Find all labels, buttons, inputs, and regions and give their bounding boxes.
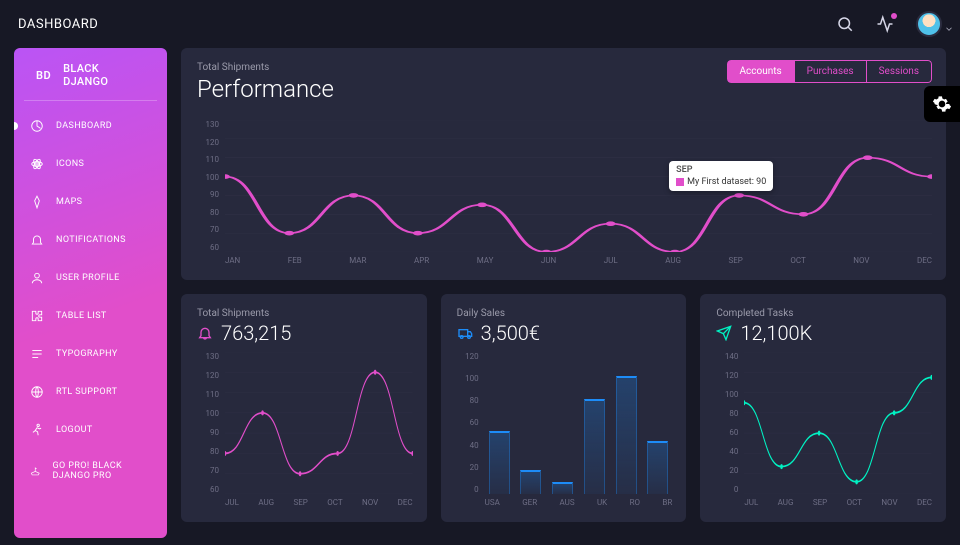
chevron-down-icon xyxy=(944,19,954,38)
tasks-value: 12,100K xyxy=(740,321,812,345)
bar xyxy=(616,376,637,494)
performance-tabs: Accounts Purchases Sessions xyxy=(727,60,933,83)
sidebar-item-user-profile[interactable]: USER PROFILE xyxy=(14,259,167,297)
bar xyxy=(489,431,510,494)
brand-short: BD xyxy=(36,69,51,82)
align-icon xyxy=(30,347,44,361)
bar xyxy=(647,441,668,494)
settings-button[interactable] xyxy=(924,86,960,122)
performance-card: Total Shipments Performance Accounts Pur… xyxy=(181,48,946,280)
sales-card: Daily Sales 3,500€ 120100806040200 USAGE… xyxy=(441,294,687,522)
sales-chart: 120100806040200 USAGERAUSUKROBR xyxy=(455,352,673,512)
shipments-card: Total Shipments 763,215 1301201101009080… xyxy=(181,294,427,522)
bell-icon xyxy=(30,233,44,247)
chart-tooltip: SEP My First dataset: 90 xyxy=(669,161,773,191)
sidebar-item-label: RTL SUPPORT xyxy=(56,387,117,397)
tab-sessions[interactable]: Sessions xyxy=(867,60,932,83)
sidebar-item-label: NOTIFICATIONS xyxy=(56,235,126,245)
sidebar-item-icons[interactable]: ICONS xyxy=(14,145,167,183)
tab-accounts[interactable]: Accounts xyxy=(727,60,795,83)
sidebar-item-label: LOGOUT xyxy=(56,425,93,435)
run-icon xyxy=(30,423,44,437)
shipments-subtitle: Total Shipments xyxy=(197,308,411,319)
ship-icon xyxy=(30,464,41,478)
sidebar-item-label: DASHBOARD xyxy=(56,121,112,131)
tasks-card: Completed Tasks 12,100K 1401201008060402… xyxy=(700,294,946,522)
user-icon xyxy=(30,271,44,285)
gear-icon xyxy=(932,94,952,114)
sales-subtitle: Daily Sales xyxy=(457,308,671,319)
send-icon xyxy=(716,325,732,341)
pin-icon xyxy=(30,195,44,209)
atom-icon xyxy=(30,157,44,171)
shipments-chart: 13012011010090807060 JULAUGSEPOCTNOVDEC xyxy=(195,352,413,512)
sidebar-item-label: TYPOGRAPHY xyxy=(56,349,118,359)
shipments-value: 763,215 xyxy=(221,321,291,345)
sidebar: BD BLACK DJANGO DASHBOARD ICONS MAPS NOTIFI… xyxy=(14,48,167,538)
sidebar-item-label: ICONS xyxy=(56,159,84,169)
sidebar-item-label: USER PROFILE xyxy=(56,273,120,283)
sidebar-item-notifications[interactable]: NOTIFICATIONS xyxy=(14,221,167,259)
tab-purchases[interactable]: Purchases xyxy=(795,60,867,83)
chart-icon xyxy=(30,119,44,133)
notification-dot xyxy=(891,13,897,19)
bar xyxy=(520,470,541,494)
puzzle-icon xyxy=(30,309,44,323)
activity-icon[interactable] xyxy=(876,15,894,33)
search-icon[interactable] xyxy=(836,15,854,33)
bell-icon xyxy=(197,325,213,341)
sidebar-item-rtl-support[interactable]: RTL SUPPORT xyxy=(14,373,167,411)
sidebar-item-maps[interactable]: MAPS xyxy=(14,183,167,221)
sidebar-item-label: GO PRO! BLACK DJANGO PRO xyxy=(53,461,152,481)
sidebar-item-logout[interactable]: LOGOUT xyxy=(14,411,167,449)
topbar: DASHBOARD xyxy=(0,0,960,48)
sidebar-item-dashboard[interactable]: DASHBOARD xyxy=(14,107,167,145)
delivery-icon xyxy=(457,325,473,341)
bar xyxy=(552,482,573,494)
avatar[interactable] xyxy=(916,11,942,37)
globe-icon xyxy=(30,385,44,399)
sidebar-item-label: MAPS xyxy=(56,197,82,207)
main: Total Shipments Performance Accounts Pur… xyxy=(181,48,946,545)
brand-full: BLACK DJANGO xyxy=(63,62,145,88)
sales-value: 3,500€ xyxy=(481,321,540,345)
brand[interactable]: BD BLACK DJANGO xyxy=(24,62,157,101)
tasks-subtitle: Completed Tasks xyxy=(716,308,930,319)
tasks-chart: 140120100806040200 JULAUGSEPOCTNOVDEC xyxy=(714,352,932,512)
sidebar-item-typography[interactable]: TYPOGRAPHY xyxy=(14,335,167,373)
sidebar-item-go-pro-black-django-pro[interactable]: GO PRO! BLACK DJANGO PRO xyxy=(14,449,167,493)
sidebar-item-table-list[interactable]: TABLE LIST xyxy=(14,297,167,335)
sidebar-item-label: TABLE LIST xyxy=(56,311,107,321)
bar xyxy=(584,399,605,494)
performance-chart: 13012011010090807060 JANFEBMARAPRMAYJUNJ… xyxy=(195,120,932,270)
page-title: DASHBOARD xyxy=(18,17,98,32)
